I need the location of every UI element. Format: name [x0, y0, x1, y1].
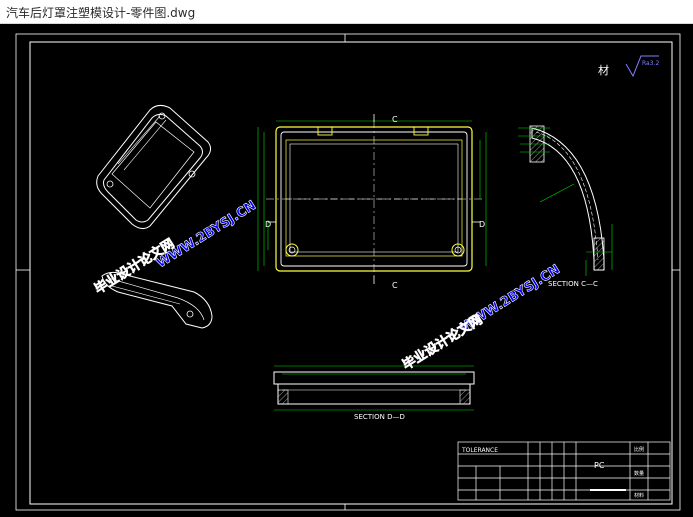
cut-letter-c-top: C: [392, 115, 398, 124]
roughness-value: Ra3.2: [642, 60, 659, 67]
section-dd-view: [273, 365, 475, 411]
section-cc-view: [518, 125, 613, 276]
drawing-sheet: 材 Ra3.2 C C D D SECTION C—C SECTION D—D …: [15, 33, 681, 511]
tolerance-header: TOLERANCE: [461, 447, 498, 454]
title-cell-2: 数量: [634, 470, 644, 477]
section-cc-label: SECTION C—C: [548, 280, 598, 288]
front-view: [257, 114, 487, 284]
title-cell-1: 比例: [634, 446, 644, 453]
material-mark: 材: [598, 63, 609, 77]
watermark-cn-2: 毕业设计论文网: [400, 312, 486, 374]
section-dd-label: SECTION D—D: [354, 413, 405, 421]
cut-letter-d-right: D: [479, 220, 485, 229]
watermark-url-1: WWW.2BYSJ.CN: [154, 198, 259, 271]
roughness-symbol: 材 Ra3.2: [598, 55, 659, 78]
cut-letter-d-left: D: [265, 220, 271, 229]
window-title: 汽车后灯罩注塑模设计-零件图.dwg: [6, 6, 196, 20]
title-cell-3: 材料: [634, 492, 644, 499]
watermark-lower: WWW.2BYSJ.CN 毕业设计论文网: [399, 262, 563, 374]
isometric-view-shell: [96, 104, 212, 230]
watermark-upper: WWW.2BYSJ.CN 毕业设计论文网: [91, 198, 259, 298]
title-bar: 汽车后灯罩注塑模设计-零件图.dwg: [0, 0, 693, 24]
cut-letter-c-bottom: C: [392, 281, 398, 290]
material-value: PC: [594, 461, 605, 470]
cad-drawing-canvas[interactable]: 材 Ra3.2 C C D D SECTION C—C SECTION D—D …: [0, 24, 693, 517]
